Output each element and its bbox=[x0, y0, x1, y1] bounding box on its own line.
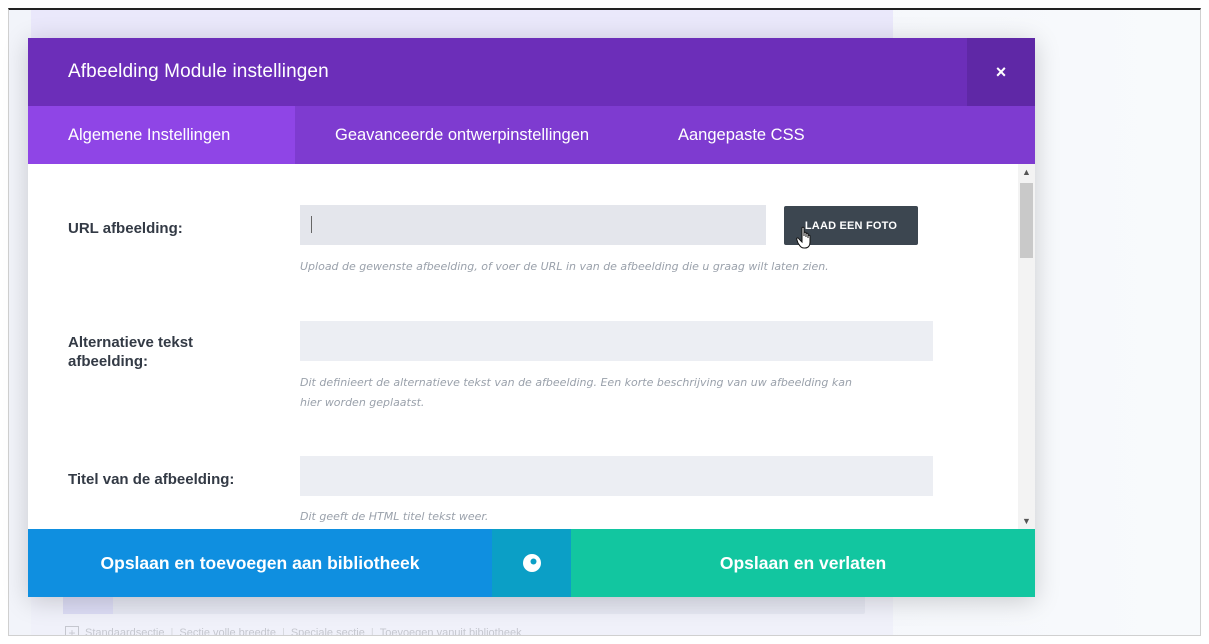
close-button[interactable]: × bbox=[967, 38, 1035, 106]
modal-header: Afbeelding Module instellingen × bbox=[28, 38, 1035, 106]
link-fullwidth-section[interactable]: Sectie volle breedte bbox=[179, 627, 276, 635]
link-separator: | bbox=[281, 627, 285, 636]
save-and-exit-button[interactable]: Opslaan en verlaten bbox=[571, 529, 1035, 597]
image-title-input[interactable] bbox=[300, 456, 933, 496]
image-title-description: Dit geeft de HTML titel tekst weer. bbox=[300, 510, 489, 523]
tab-advanced-design-settings[interactable]: Geavanceerde ontwerpinstellingen bbox=[295, 106, 678, 164]
builder-canvas-header bbox=[31, 10, 893, 40]
link-special-section[interactable]: Speciale sectie bbox=[291, 627, 365, 635]
eye-icon bbox=[522, 554, 541, 572]
hand-pointer-icon bbox=[796, 226, 811, 249]
settings-body: URL afbeelding: LAAD EEN FOTO Upload de … bbox=[28, 164, 1035, 529]
alt-text-label: Alternatieve tekst afbeelding: bbox=[68, 333, 193, 371]
link-separator: | bbox=[170, 627, 174, 636]
image-title-label: Titel van de afbeelding: bbox=[68, 471, 235, 488]
builder-add-section-links: + Standaardsectie | Sectie volle breedte… bbox=[65, 626, 522, 636]
link-separator: | bbox=[370, 627, 374, 636]
module-settings-modal: Afbeelding Module instellingen × Algemen… bbox=[28, 38, 1035, 597]
alt-text-description-line2: hier worden geplaatst. bbox=[300, 396, 425, 409]
settings-tabs: Algemene Instellingen Geavanceerde ontwe… bbox=[28, 106, 1035, 164]
scroll-up-arrow-icon[interactable]: ▲ bbox=[1018, 164, 1035, 180]
alt-text-input[interactable] bbox=[300, 321, 933, 361]
alt-text-description-line1: Dit definieert de alternatieve tekst van… bbox=[300, 376, 852, 389]
url-label: URL afbeelding: bbox=[68, 220, 183, 237]
save-to-library-button[interactable]: Opslaan en toevoegen aan bibliotheek bbox=[28, 529, 492, 597]
link-add-from-library[interactable]: Toevoegen vanuit bibliotheek bbox=[380, 627, 522, 635]
modal-title: Afbeelding Module instellingen bbox=[68, 61, 329, 82]
text-caret bbox=[311, 216, 312, 233]
close-icon: × bbox=[995, 61, 1007, 82]
scroll-down-arrow-icon[interactable]: ▼ bbox=[1018, 513, 1035, 529]
plus-icon: + bbox=[65, 626, 79, 635]
scrollbar-thumb[interactable] bbox=[1020, 183, 1033, 258]
tab-general-settings[interactable]: Algemene Instellingen bbox=[28, 106, 295, 164]
settings-scrollbar[interactable]: ▲ ▼ bbox=[1018, 164, 1035, 529]
modal-footer: Opslaan en toevoegen aan bibliotheek Ops… bbox=[28, 529, 1035, 597]
alt-text-description: Dit definieert de alternatieve tekst van… bbox=[300, 373, 852, 413]
tab-custom-css[interactable]: Aangepaste CSS bbox=[678, 106, 805, 164]
link-standard-section[interactable]: Standaardsectie bbox=[85, 627, 165, 635]
preview-button[interactable] bbox=[492, 529, 571, 597]
alt-text-label-line1: Alternatieve tekst bbox=[68, 334, 194, 351]
image-url-input[interactable] bbox=[300, 205, 766, 245]
url-description: Upload de gewenste afbeelding, of voer d… bbox=[300, 260, 829, 273]
alt-text-label-line2: afbeelding: bbox=[68, 353, 149, 370]
